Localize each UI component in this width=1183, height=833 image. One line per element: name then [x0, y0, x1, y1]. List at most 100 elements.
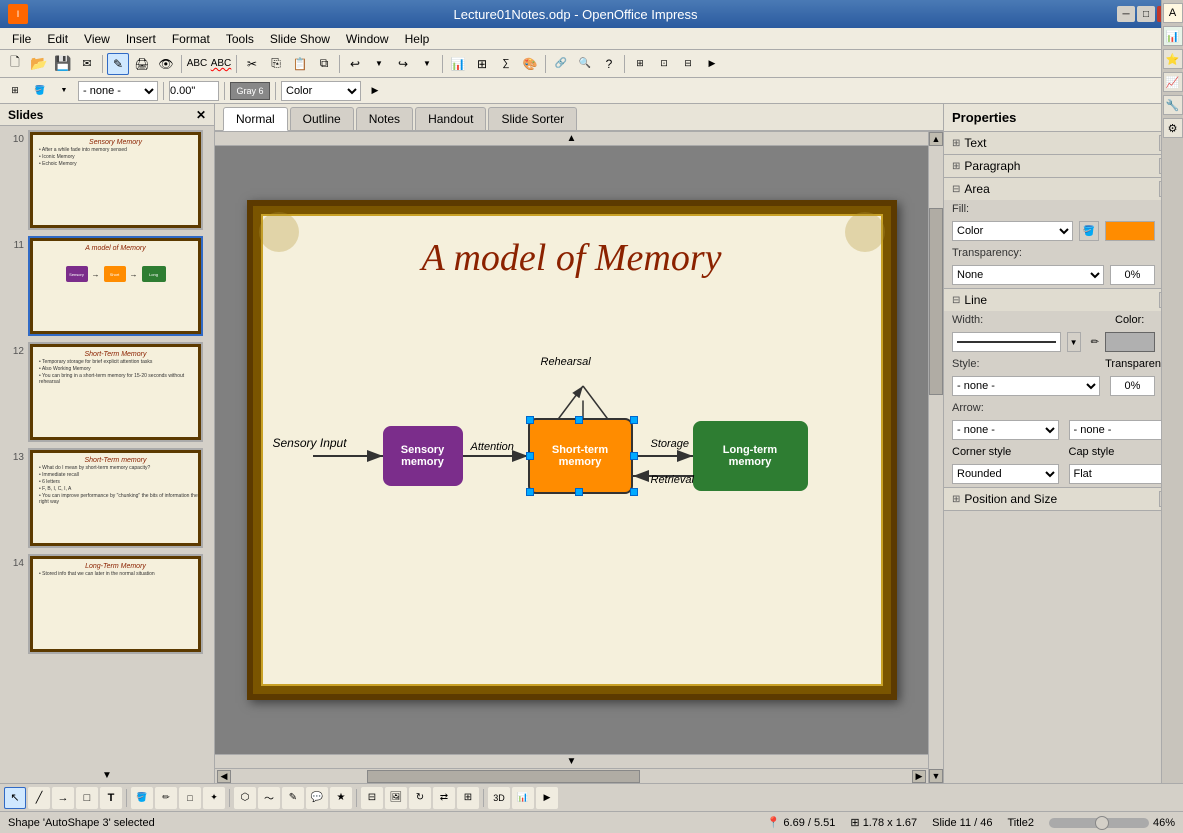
spellcheck2-button[interactable]: ABC: [210, 53, 232, 75]
line-transparency-input[interactable]: [1110, 376, 1155, 396]
transparency-type-select[interactable]: None Linear Axial Radial: [952, 265, 1104, 285]
line-width-dropdown[interactable]: ▼: [1067, 332, 1081, 352]
props-icon-5[interactable]: 🔧: [1163, 104, 1183, 115]
slides-close-icon[interactable]: ✕: [196, 108, 206, 122]
open-button[interactable]: 📂: [28, 53, 50, 75]
fill-paint-icon[interactable]: 🪣: [1079, 221, 1099, 241]
none-select[interactable]: - none -: [78, 81, 158, 101]
redo-button[interactable]: ↪: [392, 53, 414, 75]
slide-thumbnail[interactable]: Short-Term memory • What do I mean by sh…: [28, 448, 203, 548]
corner-style-select[interactable]: Rounded Sharp Beveled: [952, 464, 1059, 484]
shadow-tool[interactable]: □: [179, 787, 201, 809]
slide-item[interactable]: 10 Sensory Memory • After a while fade i…: [4, 130, 210, 230]
fill-color-tool[interactable]: 🪣: [131, 787, 153, 809]
line-style-select[interactable]: - none - Solid Dashed Dotted: [952, 376, 1100, 396]
menu-slideshow[interactable]: Slide Show: [262, 30, 338, 48]
group-tool[interactable]: ⊞: [457, 787, 479, 809]
copy-button[interactable]: ⎘: [265, 53, 287, 75]
slide-thumbnail[interactable]: Sensory Memory • After a while fade into…: [28, 130, 203, 230]
menu-insert[interactable]: Insert: [118, 30, 164, 48]
redo-dropdown[interactable]: ▼: [416, 53, 438, 75]
save-button[interactable]: 💾: [52, 53, 74, 75]
slide-item[interactable]: 11 A model of Memory Sensory → Short → L…: [4, 236, 210, 336]
extra-button[interactable]: ⊟: [677, 53, 699, 75]
cap-style-select[interactable]: Flat Round Square: [1069, 464, 1176, 484]
help-button[interactable]: ?: [598, 53, 620, 75]
handle-bl[interactable]: [526, 488, 534, 496]
vscroll-up-btn[interactable]: ▲: [929, 132, 943, 146]
slide-thumbnail[interactable]: Short-Term Memory • Temporary storage fo…: [28, 342, 203, 442]
arrow-end-select[interactable]: - none -: [1069, 420, 1176, 440]
props-paragraph-header[interactable]: ⊞ Paragraph 📌: [944, 155, 1183, 177]
slides-scroll-down[interactable]: ▼: [0, 768, 214, 783]
transparency-value-input[interactable]: [1110, 265, 1155, 285]
handle-ml[interactable]: [526, 452, 534, 460]
handle-mr[interactable]: [630, 452, 638, 460]
short-term-memory-box[interactable]: Short-termmemory: [528, 418, 633, 494]
props-position-header[interactable]: ⊞ Position and Size 📌: [944, 488, 1183, 510]
hscroll-track[interactable]: [231, 770, 912, 783]
color-tool-btn[interactable]: 🪣: [29, 80, 51, 102]
zoom-thumb[interactable]: [1095, 816, 1109, 830]
align-tool[interactable]: ⊟: [361, 787, 383, 809]
props-line-header[interactable]: ⊟ Line 📌: [944, 289, 1183, 311]
cut-button[interactable]: ✂: [241, 53, 263, 75]
toolbar-opts[interactable]: ▶: [701, 53, 723, 75]
tab-handout[interactable]: Handout: [415, 107, 486, 130]
hscroll-left[interactable]: ◀: [217, 770, 231, 783]
menu-tools[interactable]: Tools: [218, 30, 262, 48]
formula-button[interactable]: ∑: [495, 53, 517, 75]
menu-edit[interactable]: Edit: [39, 30, 76, 48]
props-area-header[interactable]: ⊟ Area 📌: [944, 178, 1183, 200]
menu-window[interactable]: Window: [338, 30, 397, 48]
line-color-swatch[interactable]: [1105, 332, 1155, 352]
freehand-tool[interactable]: ✎: [282, 787, 304, 809]
tab-normal[interactable]: Normal: [223, 107, 288, 131]
undo-button[interactable]: ↩: [344, 53, 366, 75]
arrow-start-select[interactable]: - none -: [952, 420, 1059, 440]
menu-format[interactable]: Format: [164, 30, 218, 48]
color-mode-select[interactable]: Color Grayscale Black/White: [281, 81, 361, 101]
menu-help[interactable]: Help: [397, 30, 438, 48]
polygon-tool[interactable]: ⬡: [234, 787, 256, 809]
sensory-memory-box[interactable]: Sensorymemory: [383, 426, 463, 486]
more-tools[interactable]: ▶: [536, 787, 558, 809]
effects-tool[interactable]: ✦: [203, 787, 225, 809]
email-button[interactable]: ✉: [76, 53, 98, 75]
print-button[interactable]: 🖨: [131, 53, 153, 75]
expand-button[interactable]: ⊡: [653, 53, 675, 75]
chart-button[interactable]: 📊: [447, 53, 469, 75]
slide-item[interactable]: 12 Short-Term Memory • Temporary storage…: [4, 342, 210, 442]
clone-button[interactable]: ⧉: [313, 53, 335, 75]
hscroll-right[interactable]: ▶: [912, 770, 926, 783]
handle-br[interactable]: [630, 488, 638, 496]
color-mode-more[interactable]: ▶: [364, 80, 386, 102]
slide-item[interactable]: 14 Long-Term Memory • Stored info that w…: [4, 554, 210, 654]
minimize-button[interactable]: ─: [1117, 6, 1135, 22]
hscroll-thumb[interactable]: [367, 770, 639, 783]
select-tool[interactable]: ↖: [4, 787, 26, 809]
rotation-input[interactable]: [169, 81, 219, 101]
slides-list[interactable]: 10 Sensory Memory • After a while fade i…: [0, 126, 214, 768]
tab-slide-sorter[interactable]: Slide Sorter: [488, 107, 577, 130]
slide-thumbnail[interactable]: Long-Term Memory • Stored info that we c…: [28, 554, 203, 654]
text-tool[interactable]: T: [100, 787, 122, 809]
slide-thumbnail[interactable]: A model of Memory Sensory → Short → Long: [28, 236, 203, 336]
callout-tool[interactable]: 💬: [306, 787, 328, 809]
props-text-header[interactable]: ⊞ Text 📌: [944, 132, 1183, 154]
rotate-tool[interactable]: ↻: [409, 787, 431, 809]
menu-file[interactable]: File: [4, 30, 39, 48]
handle-tm[interactable]: [575, 416, 583, 424]
long-term-memory-box[interactable]: Long-termmemory: [693, 421, 808, 491]
print-preview-button[interactable]: 👁: [155, 53, 177, 75]
curve-tool[interactable]: 〜: [258, 787, 280, 809]
edit-mode-button[interactable]: ✎: [107, 53, 129, 75]
insert-img[interactable]: 🖼: [385, 787, 407, 809]
fill-color-swatch[interactable]: [1105, 221, 1155, 241]
hyperlink-button[interactable]: 🔗: [550, 53, 572, 75]
paste-button[interactable]: 📋: [289, 53, 311, 75]
zoom-slider[interactable]: [1049, 818, 1149, 828]
chart-insert[interactable]: 📊: [512, 787, 534, 809]
flip-tool[interactable]: ⇄: [433, 787, 455, 809]
handle-tr[interactable]: [630, 416, 638, 424]
